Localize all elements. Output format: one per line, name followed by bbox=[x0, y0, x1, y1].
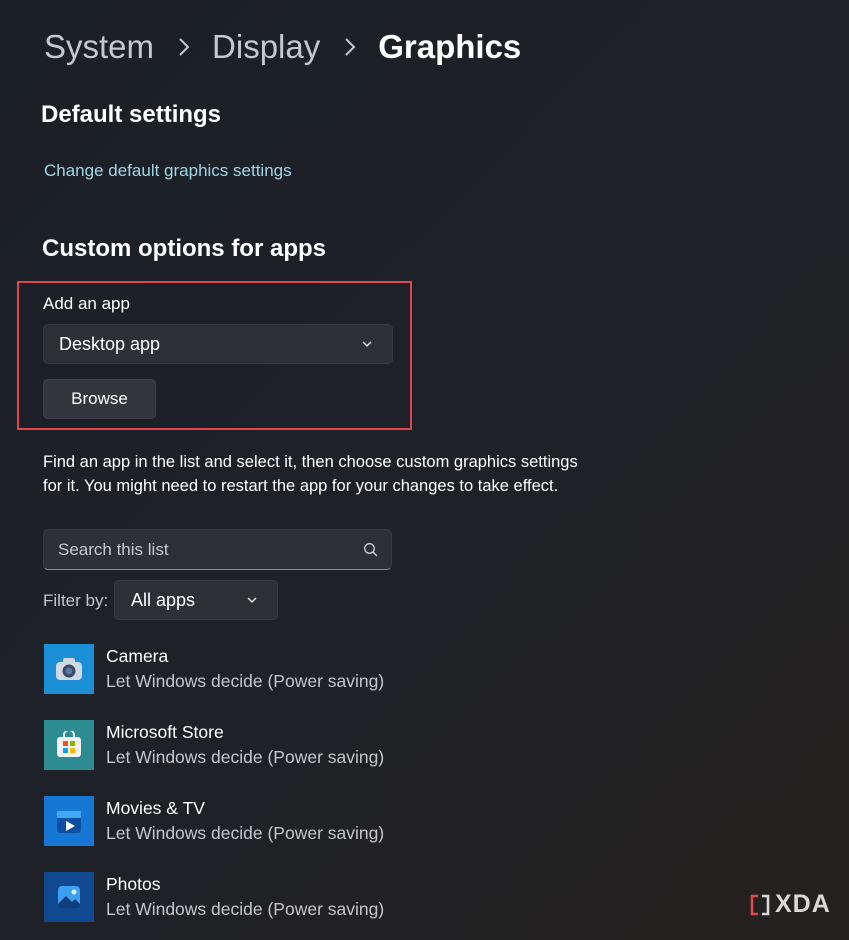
app-name: Photos bbox=[106, 874, 161, 894]
default-settings-heading: Default settings bbox=[41, 101, 222, 128]
breadcrumb: System Display Graphics bbox=[44, 24, 521, 70]
xda-watermark: XDA bbox=[749, 890, 831, 919]
add-app-label: Add an app bbox=[43, 294, 130, 313]
chevron-right-icon bbox=[345, 38, 356, 56]
breadcrumb-display[interactable]: Display bbox=[212, 24, 320, 70]
change-default-graphics-link[interactable]: Change default graphics settings bbox=[44, 161, 292, 181]
chevron-down-icon bbox=[362, 341, 372, 347]
app-name: Movies & TV bbox=[106, 798, 205, 818]
store-icon bbox=[44, 720, 94, 770]
movies-icon bbox=[44, 796, 94, 846]
breadcrumb-graphics: Graphics bbox=[378, 28, 522, 65]
custom-options-heading: Custom options for apps bbox=[42, 235, 326, 262]
app-graphics-setting: Let Windows decide (Power saving) bbox=[106, 747, 385, 767]
xda-logo-icon bbox=[750, 894, 770, 915]
app-graphics-setting: Let Windows decide (Power saving) bbox=[106, 823, 385, 843]
search-box[interactable] bbox=[43, 529, 392, 570]
xda-watermark-text: XDA bbox=[775, 890, 831, 918]
app-graphics-setting: Let Windows decide (Power saving) bbox=[106, 671, 385, 691]
filter-dropdown[interactable]: All apps bbox=[114, 580, 278, 620]
search-input[interactable] bbox=[56, 538, 363, 561]
search-icon[interactable] bbox=[363, 542, 379, 558]
list-item[interactable]: Photos Let Windows decide (Power saving) bbox=[44, 871, 604, 923]
instructions-text: Find an app in the list and select it, t… bbox=[43, 453, 578, 495]
filter-selected: All apps bbox=[131, 589, 196, 610]
app-type-dropdown[interactable]: Desktop app bbox=[43, 324, 393, 364]
filter-label: Filter by: bbox=[43, 591, 109, 610]
chevron-right-icon bbox=[179, 38, 190, 56]
list-item[interactable]: Camera Let Windows decide (Power saving) bbox=[44, 643, 604, 695]
camera-icon bbox=[44, 644, 94, 694]
breadcrumb-system[interactable]: System bbox=[44, 24, 154, 70]
app-graphics-setting: Let Windows decide (Power saving) bbox=[106, 899, 385, 919]
app-name: Microsoft Store bbox=[106, 722, 224, 742]
list-item[interactable]: Microsoft Store Let Windows decide (Powe… bbox=[44, 719, 604, 771]
browse-button[interactable]: Browse bbox=[43, 379, 156, 419]
list-item[interactable]: Movies & TV Let Windows decide (Power sa… bbox=[44, 795, 604, 847]
app-type-selected: Desktop app bbox=[59, 333, 161, 354]
photos-icon bbox=[44, 872, 94, 922]
app-name: Camera bbox=[106, 646, 169, 666]
chevron-down-icon bbox=[247, 597, 257, 603]
